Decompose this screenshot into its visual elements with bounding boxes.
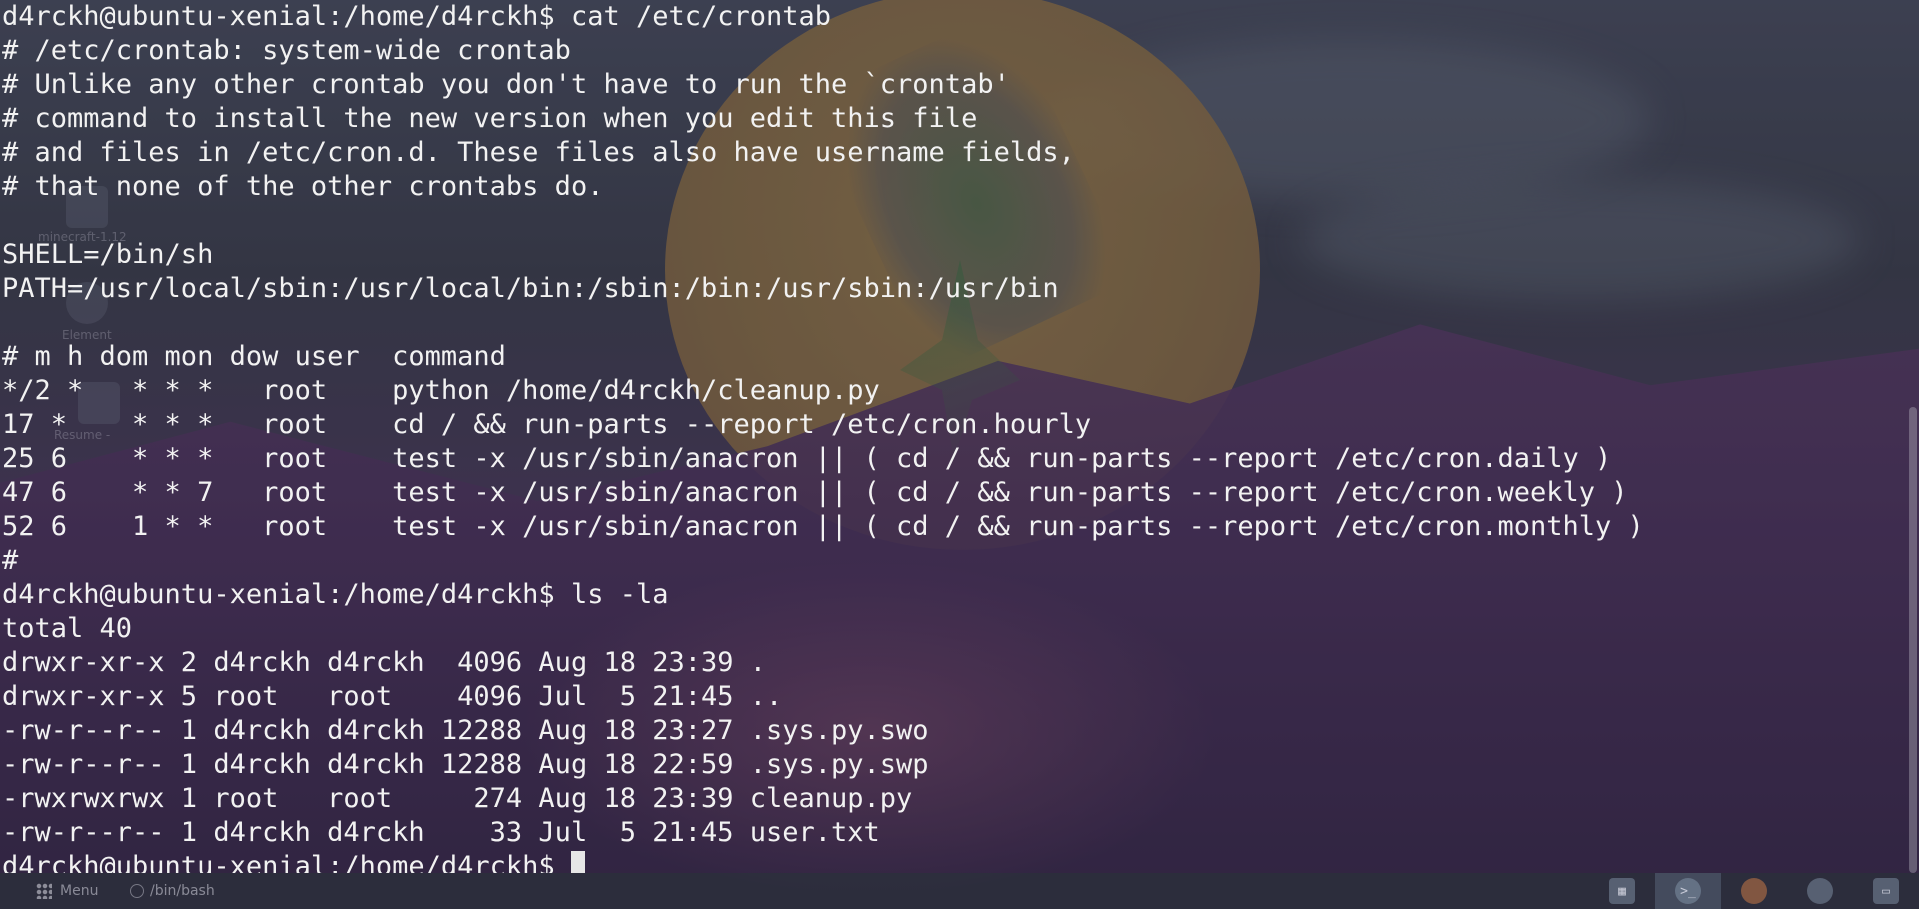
- system-tray: ▦ >_ ▭: [1589, 873, 1919, 909]
- terminal-cursor: [570, 851, 585, 873]
- terminal-line: d4rckh@ubuntu-xenial:/home/d4rckh$ cat /…: [2, 1, 832, 32]
- terminal-line: -rw-r--r-- 1 d4rckh d4rckh 12288 Aug 18 …: [2, 749, 929, 780]
- system-monitor-icon: ▦: [1609, 878, 1635, 904]
- terminal-icon: >_: [1675, 878, 1701, 904]
- terminal-line: drwxr-xr-x 2 d4rckh d4rckh 4096 Aug 18 2…: [2, 647, 767, 678]
- terminal-window[interactable]: d4rckh@ubuntu-xenial:/home/d4rckh$ cat /…: [0, 0, 1919, 873]
- terminal-line: */2 * * * * root python /home/d4rckh/cle…: [2, 375, 880, 406]
- tray-firefox[interactable]: [1721, 873, 1787, 909]
- terminal-line: -rw-r--r-- 1 d4rckh d4rckh 12288 Aug 18 …: [2, 715, 929, 746]
- terminal-history: d4rckh@ubuntu-xenial:/home/d4rckh$ cat /…: [2, 1, 1644, 848]
- app-icon: [1807, 878, 1833, 904]
- terminal-line: # that none of the other crontabs do.: [2, 171, 604, 202]
- terminal-line: PATH=/usr/local/sbin:/usr/local/bin:/sbi…: [2, 273, 1059, 304]
- task-label: /bin/bash: [150, 883, 215, 899]
- terminal-line: total 40: [2, 613, 133, 644]
- terminal-output[interactable]: d4rckh@ubuntu-xenial:/home/d4rckh$ cat /…: [0, 0, 1919, 873]
- tray-files[interactable]: ▭: [1853, 873, 1919, 909]
- terminal-line: -rwxrwxrwx 1 root root 274 Aug 18 23:39 …: [2, 783, 913, 814]
- scrollbar-thumb[interactable]: [1909, 407, 1917, 873]
- menu-label: Menu: [60, 883, 99, 899]
- terminal-task-icon: [130, 884, 144, 898]
- terminal-line: # and files in /etc/cron.d. These files …: [2, 137, 1075, 168]
- terminal-line: #: [2, 545, 19, 576]
- menu-button[interactable]: Menu: [36, 873, 98, 909]
- terminal-line: 47 6 * * 7 root test -x /usr/sbin/anacro…: [2, 477, 1628, 508]
- terminal-scrollbar[interactable]: [1909, 0, 1917, 873]
- terminal-line: # Unlike any other crontab you don't hav…: [2, 69, 1010, 100]
- terminal-line: 17 * * * * root cd / && run-parts --repo…: [2, 409, 1092, 440]
- terminal-line: # command to install the new version whe…: [2, 103, 978, 134]
- tray-system-monitor[interactable]: ▦: [1589, 873, 1655, 909]
- terminal-line: SHELL=/bin/sh: [2, 239, 214, 270]
- terminal-line: d4rckh@ubuntu-xenial:/home/d4rckh$ ls -l…: [2, 579, 669, 610]
- files-icon: ▭: [1873, 878, 1899, 904]
- tray-app[interactable]: [1787, 873, 1853, 909]
- grid-icon: [36, 883, 52, 899]
- tray-terminal[interactable]: >_: [1655, 873, 1721, 909]
- firefox-icon: [1741, 878, 1767, 904]
- terminal-line: 25 6 * * * root test -x /usr/sbin/anacro…: [2, 443, 1612, 474]
- terminal-line: 52 6 1 * * root test -x /usr/sbin/anacro…: [2, 511, 1644, 542]
- terminal-line: -rw-r--r-- 1 d4rckh d4rckh 33 Jul 5 21:4…: [2, 817, 880, 848]
- terminal-line: # m h dom mon dow user command: [2, 341, 506, 372]
- taskbar-task-terminal[interactable]: /bin/bash: [130, 873, 215, 909]
- terminal-line: drwxr-xr-x 5 root root 4096 Jul 5 21:45 …: [2, 681, 783, 712]
- terminal-line: # /etc/crontab: system-wide crontab: [2, 35, 571, 66]
- terminal-prompt: d4rckh@ubuntu-xenial:/home/d4rckh$: [2, 851, 571, 873]
- taskbar: Menu /bin/bash ▦ >_ ▭: [0, 873, 1919, 909]
